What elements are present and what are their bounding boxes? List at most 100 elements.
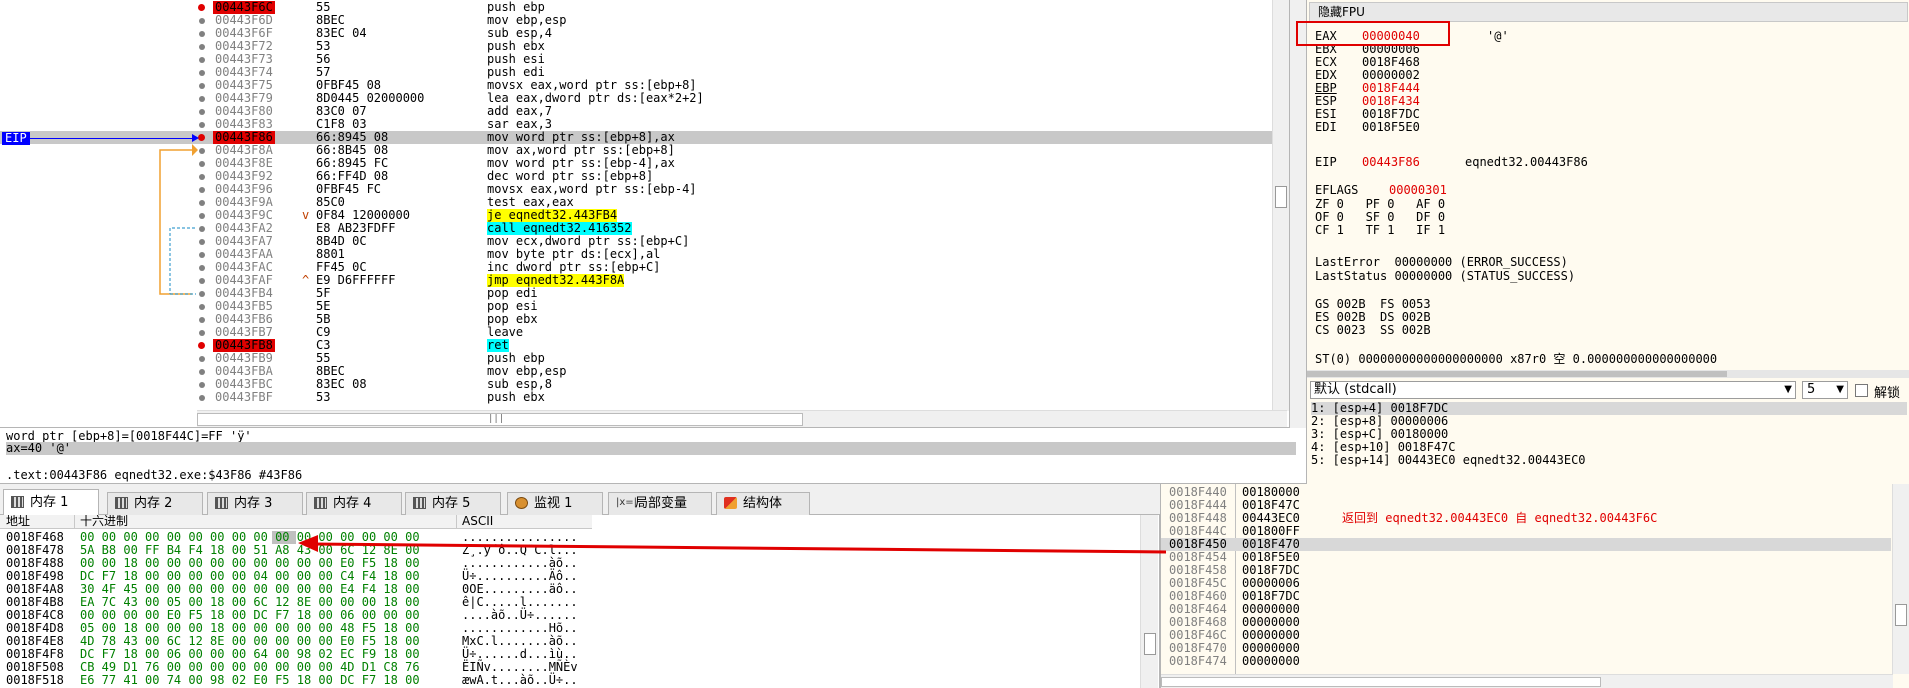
memory-icon — [314, 497, 327, 509]
tab-内存-3[interactable]: 内存 3 — [207, 492, 303, 515]
arguments-toolbar: 默认 (stdcall) ▼ 5 ▼ 解锁 — [1308, 380, 1908, 401]
instruction-text: push ebx — [487, 390, 545, 404]
last-status: LastStatus 00000000 (STATUS_SUCCESS) — [1315, 269, 1576, 283]
breakpoint-icon[interactable] — [198, 342, 205, 349]
calling-convention-value: 默认 (stdcall) — [1314, 382, 1397, 397]
dump-rows: 0018F468 00 00 00 00 00 00 00 00 00 00 00… — [0, 531, 592, 687]
tab-结构体[interactable]: 结构体 — [716, 492, 810, 515]
flags-row[interactable]: CF 1 TF 1 IF 1 — [1315, 224, 1445, 237]
scroll-thumb[interactable] — [1307, 371, 1727, 377]
info-line-location: .text:00443F86 eqnedt32.exe:$43F86 #43F8… — [6, 468, 303, 482]
jump-direction-icon: ^ — [302, 273, 310, 287]
memory-icon — [413, 497, 426, 509]
disasm-row[interactable]: 00443FBA 8BEC mov ebp,esp — [0, 365, 1283, 378]
struct-icon — [724, 497, 737, 509]
scroll-thumb[interactable]: ||| — [197, 413, 803, 426]
tab-label: 结构体 — [743, 496, 783, 511]
stack-row[interactable]: 0018F474 00000000 — [1161, 655, 1891, 668]
dump-ascii[interactable]: æwA.t...àõ..Ü÷.. — [462, 674, 578, 687]
argument-count-value: 5 — [1807, 382, 1816, 397]
scroll-thumb[interactable] — [1161, 677, 1601, 687]
breakpoint-slot-icon[interactable] — [199, 317, 205, 323]
disasm-row[interactable]: 00443FB5 5E pop esi — [0, 300, 1283, 313]
unlock-label: 解锁 — [1874, 386, 1901, 401]
argument-count-select[interactable]: 5 ▼ — [1802, 381, 1848, 399]
unlock-checkbox[interactable] — [1855, 384, 1868, 397]
tab-label: 内存 4 — [333, 496, 372, 511]
tab-局部变量[interactable]: |x=| 局部变量 — [608, 492, 712, 515]
disasm-row[interactable]: 00443FB7 C9 leave — [0, 326, 1283, 339]
tab-监视-1[interactable]: 监视 1 — [507, 492, 603, 515]
dump-header: 地址 十六进制 ASCII — [0, 515, 592, 529]
instruction-bytes: 53 — [316, 390, 331, 404]
stack-vertical-scrollbar[interactable] — [1892, 484, 1909, 674]
instruction-address: 00443FBF — [215, 390, 273, 404]
dump-hex[interactable]: E6 77 41 00 74 00 98 02 E0 F5 18 00 DC F… — [80, 674, 420, 687]
dropdown-arrow-icon: ▼ — [1836, 384, 1844, 395]
jump-direction-icon: v — [302, 208, 310, 222]
breakpoint-slot-icon[interactable] — [199, 395, 205, 401]
stack-horizontal-scrollbar[interactable] — [1161, 674, 1893, 688]
register-value[interactable]: 0018F5E0 — [1362, 121, 1420, 134]
argument-row[interactable]: 5: [esp+14] 00443EC0 eqnedt32.00443EC0 — [1311, 454, 1907, 467]
stack-comment: 返回到 eqnedt32.00443EC0 自 eqnedt32.00443F6… — [1342, 511, 1658, 525]
scroll-thumb[interactable] — [1144, 633, 1156, 655]
call-arguments-pane: 默认 (stdcall) ▼ 5 ▼ 解锁 1: [esp+4] 0018F7D… — [1306, 378, 1909, 484]
memory-tab-bar: 内存 1 内存 2 内存 3 内存 4 内存 5 监视 1 |x=| 局部变量 结构体 — [0, 484, 1160, 516]
register-name: EIP — [1315, 155, 1337, 169]
segment-row[interactable]: CS 0023 SS 002B — [1315, 324, 1431, 337]
disasm-row[interactable]: 00443FB6 5B pop ebx — [0, 313, 1283, 326]
disasm-row[interactable]: 00443FB9 55 push ebp — [0, 352, 1283, 365]
disassembly-vertical-scrollbar[interactable] — [1272, 0, 1289, 411]
jump-lines — [159, 144, 198, 295]
disassembly-pane[interactable]: 00443F6C 55 push ebp 00443F6D 8BEC mov ebp,es… — [0, 0, 1290, 428]
tab-label: 局部变量 — [635, 496, 688, 511]
breakpoint-slot-icon[interactable] — [199, 304, 205, 310]
breakpoint-slot-icon[interactable] — [199, 330, 205, 336]
breakpoint-slot-icon[interactable] — [199, 369, 205, 375]
disasm-row[interactable]: 00443FB8 C3 ret — [0, 339, 1283, 352]
memory-icon — [215, 497, 228, 509]
registers-list: EAX 00000040 '@' EBX 00000006 ECX 0018F468 EDX 0… — [1307, 0, 1909, 370]
breakpoint-slot-icon[interactable] — [199, 382, 205, 388]
register-name: EFLAGS — [1315, 183, 1359, 197]
breakpoint-slot-icon[interactable] — [199, 356, 205, 362]
dump-vertical-scrollbar[interactable] — [1140, 515, 1158, 688]
memory-dump-pane[interactable]: 地址 十六进制 ASCII 0018F468 00 00 00 00 00 00 … — [0, 515, 1160, 688]
disassembly-horizontal-scrollbar[interactable]: ||| — [197, 410, 1287, 427]
stack-address: 0018F474 — [1169, 654, 1227, 668]
register-value[interactable]: 00000301 — [1389, 184, 1447, 197]
stack-value[interactable]: 00000000 — [1242, 655, 1300, 668]
tab-内存-1[interactable]: 内存 1 — [3, 489, 99, 516]
dump-row[interactable]: 0018F518 E6 77 41 00 74 00 98 02 E0 F5 18… — [0, 674, 592, 687]
dump-address: 0018F518 — [6, 673, 64, 687]
column-divider — [456, 515, 457, 529]
fpu-st0-row[interactable]: ST(0) 00000000000000000000 x87r0 空 0.000… — [1315, 353, 1717, 366]
variable-icon: |x=| — [616, 497, 638, 508]
calling-convention-select[interactable]: 默认 (stdcall) ▼ — [1310, 381, 1796, 399]
info-line-register: ax=40 '@' — [6, 442, 1296, 455]
last-error: LastError 00000000 (ERROR_SUCCESS) — [1315, 255, 1568, 269]
eax-highlight-box — [1296, 21, 1450, 46]
stack-pane[interactable]: 0018F440 00180000 0018F444 0018F47C 0018F448… — [1160, 484, 1909, 688]
memory-icon — [115, 497, 128, 509]
registers-horizontal-scrollbar[interactable] — [1307, 370, 1909, 378]
scroll-grip: ||| — [488, 414, 505, 424]
registers-pane[interactable]: 隐藏FPU EAX 00000040 '@' EBX 00000006 ECX 0018F4… — [1306, 0, 1909, 378]
column-header-address: 地址 — [6, 515, 31, 528]
tab-label: 内存 3 — [234, 496, 273, 511]
tab-内存-4[interactable]: 内存 4 — [306, 492, 402, 515]
register-name: EDI — [1315, 120, 1337, 134]
scroll-thumb[interactable] — [1275, 186, 1287, 208]
column-divider — [74, 515, 75, 529]
tab-label: 监视 1 — [534, 496, 573, 511]
disasm-row[interactable]: 00443FBC 83EC 08 sub esp,8 — [0, 378, 1283, 391]
tab-label: 内存 1 — [30, 495, 69, 510]
register-comment: eqnedt32.00443F86 — [1465, 155, 1588, 169]
tab-内存-2[interactable]: 内存 2 — [107, 492, 203, 515]
register-value[interactable]: 00443F86 — [1362, 156, 1420, 169]
disasm-row[interactable]: 00443FBF 53 push ebx — [0, 391, 1283, 404]
tab-内存-5[interactable]: 内存 5 — [405, 492, 501, 515]
scroll-thumb[interactable] — [1895, 604, 1907, 626]
info-pane: word ptr [ebp+8]=[0018F44C]=FF 'ÿ' ax=40… — [0, 428, 1306, 484]
